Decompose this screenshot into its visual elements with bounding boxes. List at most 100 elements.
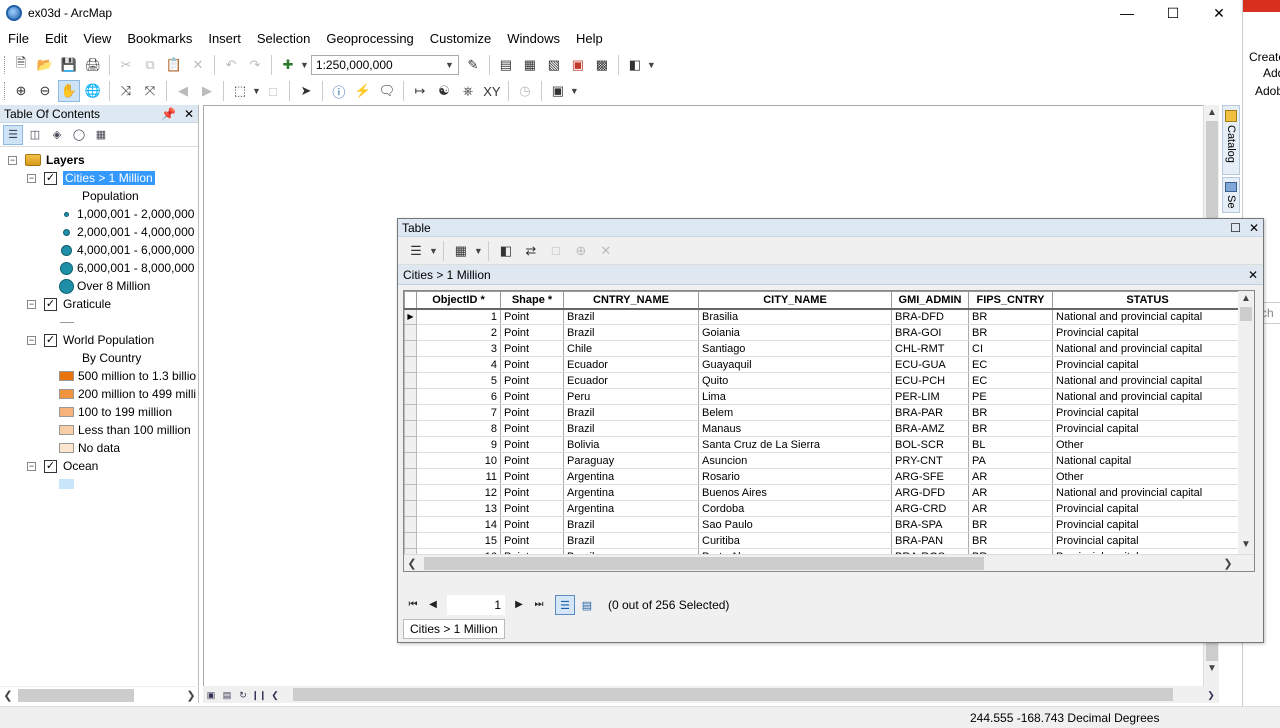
catalog-dock-tab[interactable]: Catalog	[1222, 105, 1240, 175]
toolbar-options-icon[interactable]: ▼	[570, 86, 579, 96]
table-row[interactable]: 9 Point Bolivia Santa Cruz de La Sierra BOL-…	[404, 436, 1243, 453]
table-cell[interactable]: CI	[968, 340, 1053, 357]
table-cell[interactable]: ARG-CRD	[891, 500, 969, 517]
table-cell[interactable]: National and provincial capital	[1052, 308, 1243, 325]
layer-row-ocean[interactable]: − ✓ Ocean	[27, 457, 98, 475]
maximize-button[interactable]: ☐	[1150, 0, 1196, 26]
table-cell[interactable]: BR	[968, 532, 1053, 549]
table-cell[interactable]: BRA-PAN	[891, 532, 969, 549]
forward-extent-icon[interactable]: ▶	[196, 80, 218, 102]
table-cell[interactable]: AR	[968, 484, 1053, 501]
row-selector[interactable]	[404, 468, 417, 485]
find-route-icon[interactable]: ⎈	[457, 80, 479, 102]
menu-file[interactable]: File	[0, 28, 37, 50]
scroll-thumb[interactable]	[424, 556, 984, 570]
table-cell[interactable]: 13	[416, 500, 501, 517]
table-cell[interactable]: BR	[968, 404, 1053, 421]
table-cell[interactable]: Provincial capital	[1052, 324, 1243, 341]
legend-class-row[interactable]: 500 million to 1.3 billio	[59, 367, 196, 385]
last-record-icon[interactable]: ⏭	[529, 595, 549, 615]
next-record-icon[interactable]: ▶	[509, 595, 529, 615]
table-cell[interactable]: BR	[968, 308, 1053, 325]
copy-icon[interactable]: ⧉	[139, 54, 161, 76]
row-selector[interactable]: ▶	[404, 308, 417, 325]
table-cell[interactable]: Other	[1052, 468, 1243, 485]
scroll-left-icon[interactable]: ❮	[404, 557, 420, 570]
table-cell[interactable]: Argentina	[563, 468, 699, 485]
collapse-icon[interactable]: −	[8, 155, 17, 165]
html-popup-icon[interactable]: 🗨	[376, 80, 398, 102]
table-row[interactable]: 15 Point Brazil Curitiba BRA-PAN BR Provincial…	[404, 532, 1243, 549]
toc-horizontal-scrollbar[interactable]: ❮ ❯	[0, 686, 199, 703]
table-cell[interactable]: Bolivia	[563, 436, 699, 453]
row-selector[interactable]	[404, 516, 417, 533]
pan-hand-icon[interactable]: ✋	[58, 80, 80, 102]
toolbar-grip[interactable]	[4, 82, 7, 100]
map-scale-combobox[interactable]: 1:250,000,000 ▼	[310, 55, 459, 75]
table-cell[interactable]: Point	[500, 324, 564, 341]
table-cell[interactable]: Point	[500, 372, 564, 389]
maximize-icon[interactable]: ☐	[1230, 221, 1241, 235]
row-selector[interactable]	[404, 436, 417, 453]
table-cell[interactable]: Provincial capital	[1052, 356, 1243, 373]
add-data-icon[interactable]: ✚	[277, 54, 299, 76]
table-cell[interactable]: Brazil	[563, 404, 699, 421]
legend-class-row[interactable]: 2,000,001 - 4,000,000	[58, 223, 194, 241]
pin-icon[interactable]: 📌	[161, 107, 176, 121]
table-cell[interactable]: Brazil	[563, 420, 699, 437]
table-cell[interactable]: AR	[968, 468, 1053, 485]
table-cell[interactable]: Point	[500, 388, 564, 405]
table-cell[interactable]: EC	[968, 372, 1053, 389]
table-bottom-tab[interactable]: Cities > 1 Million	[403, 619, 505, 639]
new-document-icon[interactable]: 🗎	[10, 54, 32, 76]
table-cell[interactable]: 11	[416, 468, 501, 485]
layout-view-icon[interactable]: ▤	[219, 688, 235, 702]
row-selector[interactable]	[404, 404, 417, 421]
scroll-thumb[interactable]	[18, 688, 134, 702]
table-cell[interactable]: Goiania	[698, 324, 892, 341]
table-cell[interactable]: Point	[500, 420, 564, 437]
clear-selection-icon[interactable]: □	[545, 240, 567, 262]
pause-drawing-icon[interactable]: ❙❙	[251, 688, 267, 702]
add-data-dropdown-icon[interactable]: ▼	[300, 60, 309, 70]
select-elements-arrow-icon[interactable]: ➤	[295, 80, 317, 102]
back-extent-icon[interactable]: ◀	[172, 80, 194, 102]
table-cell[interactable]: Brazil	[563, 308, 699, 325]
table-cell[interactable]: Point	[500, 516, 564, 533]
search-window-icon[interactable]: ▧	[543, 54, 565, 76]
column-header[interactable]: CITY_NAME	[698, 291, 892, 310]
row-selector[interactable]	[404, 532, 417, 549]
table-of-contents-icon[interactable]: ▤	[495, 54, 517, 76]
table-cell[interactable]: ARG-SFE	[891, 468, 969, 485]
table-cell[interactable]: Point	[500, 356, 564, 373]
table-cell[interactable]: BOL-SCR	[891, 436, 969, 453]
column-header[interactable]: Shape *	[500, 291, 564, 310]
row-selector[interactable]	[404, 484, 417, 501]
scroll-thumb[interactable]	[1240, 307, 1252, 321]
identify-icon[interactable]: ⓘ	[328, 80, 350, 102]
table-cell[interactable]: EC	[968, 356, 1053, 373]
table-row[interactable]: 10 Point Paraguay Asuncion PRY-CNT PA National…	[404, 452, 1243, 469]
show-selected-records-icon[interactable]: ▤	[577, 595, 597, 615]
table-cell[interactable]: Point	[500, 436, 564, 453]
table-row[interactable]: 4 Point Ecuador Guayaquil ECU-GUA EC Provincia…	[404, 356, 1243, 373]
table-cell[interactable]: Belem	[698, 404, 892, 421]
table-options-icon[interactable]: ☰	[405, 240, 427, 262]
row-selector[interactable]	[404, 452, 417, 469]
table-cell[interactable]: Asuncion	[698, 452, 892, 469]
undo-icon[interactable]: ↶	[220, 54, 242, 76]
editor-toolbar-icon[interactable]: ✎	[462, 54, 484, 76]
scroll-thumb[interactable]	[293, 688, 1173, 701]
collapse-icon[interactable]: −	[27, 461, 36, 471]
toolbar-options-icon[interactable]: ▼	[647, 60, 656, 70]
table-cell[interactable]: Point	[500, 532, 564, 549]
show-all-records-icon[interactable]: ☰	[555, 595, 575, 615]
table-cell[interactable]: BL	[968, 436, 1053, 453]
table-cell[interactable]: National and provincial capital	[1052, 388, 1243, 405]
table-cell[interactable]: CHL-RMT	[891, 340, 969, 357]
table-cell[interactable]: BRA-DFD	[891, 308, 969, 325]
table-cell[interactable]: Provincial capital	[1052, 516, 1243, 533]
table-cell[interactable]: Provincial capital	[1052, 420, 1243, 437]
layer-visibility-checkbox[interactable]: ✓	[44, 171, 57, 185]
list-by-selection-icon[interactable]: ◯	[69, 125, 89, 145]
